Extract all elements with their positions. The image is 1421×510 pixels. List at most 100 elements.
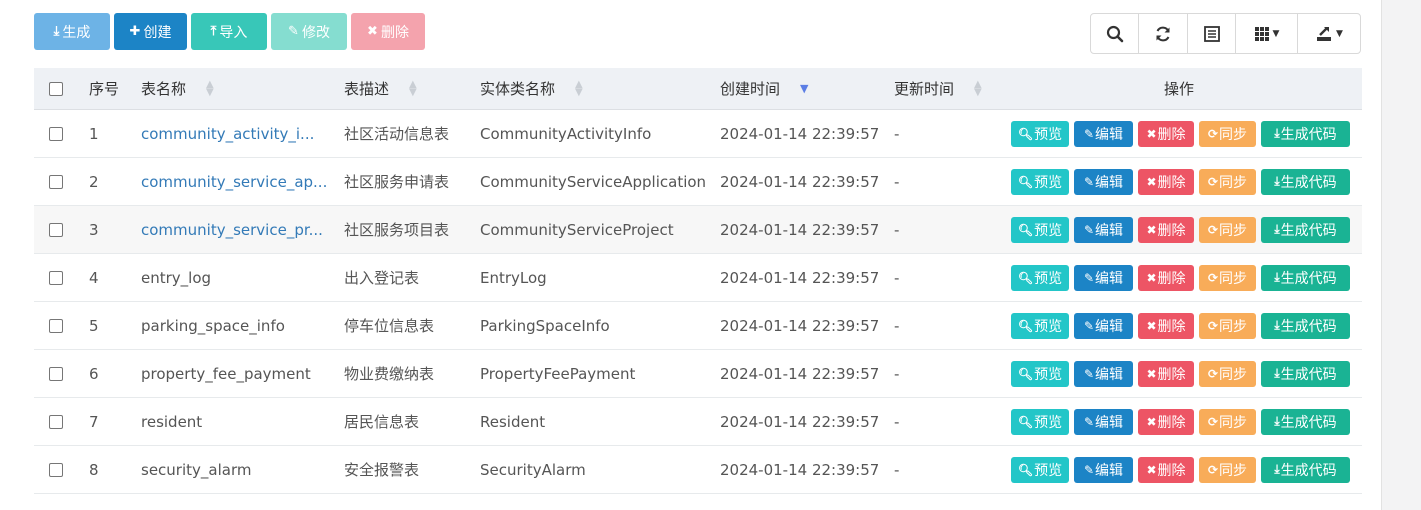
cell-no: 4: [89, 268, 99, 287]
preview-button[interactable]: 🔍︎ 预览: [1011, 312, 1069, 339]
sync-label: 同步: [1219, 270, 1248, 287]
row-checkbox[interactable]: [49, 318, 63, 333]
preview-button[interactable]: 🔍︎ 预览: [1011, 264, 1069, 291]
search-toggle-button[interactable]: [1091, 14, 1139, 53]
generate-button[interactable]: ⤓ 生成: [34, 13, 110, 50]
list-icon: [1203, 25, 1220, 42]
edit-button[interactable]: ✎ 编辑: [1074, 408, 1133, 435]
row-delete-label: 删除: [1157, 222, 1186, 239]
edit-button[interactable]: ✎ 编辑: [1074, 168, 1133, 195]
table-row[interactable]: 5 parking_space_info 停车位信息表 ParkingSpace…: [34, 302, 1362, 350]
delete-button[interactable]: ✖ 删除: [351, 13, 425, 50]
gen-code-button[interactable]: ⤓ 生成代码: [1261, 264, 1350, 291]
row-checkbox[interactable]: [49, 222, 63, 237]
table-row[interactable]: 4 entry_log 出入登记表 EntryLog 2024-01-14 22…: [34, 254, 1362, 302]
toggle-view-button[interactable]: [1188, 14, 1236, 53]
table-row[interactable]: 2 community_service_ap... 社区服务申请表 Commun…: [34, 158, 1362, 206]
cell-table-name[interactable]: community_activity_i...: [141, 110, 336, 157]
cell-table-desc: 物业费缴纳表: [344, 365, 435, 383]
row-delete-label: 删除: [1157, 318, 1186, 335]
gen-code-label: 生成代码: [1280, 414, 1337, 431]
row-delete-button[interactable]: ✖ 删除: [1138, 168, 1194, 195]
row-delete-button[interactable]: ✖ 删除: [1138, 456, 1194, 483]
export-dropdown-button[interactable]: ▼: [1298, 14, 1360, 53]
edit-button[interactable]: ✎ 编辑: [1074, 312, 1133, 339]
row-delete-button[interactable]: ✖ 删除: [1138, 216, 1194, 243]
header-create-time[interactable]: 创建时间 ▼: [720, 68, 890, 109]
header-table-name[interactable]: 表名称 ▲ ▼: [141, 68, 336, 109]
row-actions: 🔍︎ 预览 ✎ 编辑 ✖ 删除 ⟳ 同步 ⤓ 生成代码: [1011, 216, 1350, 243]
table-row[interactable]: 8 security_alarm 安全报警表 SecurityAlarm 202…: [34, 446, 1362, 494]
table-row[interactable]: 7 resident 居民信息表 Resident 2024-01-14 22:…: [34, 398, 1362, 446]
cell-no: 2: [89, 172, 99, 191]
edit-label: 编辑: [1095, 318, 1124, 335]
refresh-icon: [1156, 26, 1170, 41]
row-checkbox[interactable]: [49, 126, 63, 141]
cell-table-name[interactable]: community_service_pr...: [141, 206, 336, 253]
edit-button[interactable]: ✎ 编辑: [1074, 360, 1133, 387]
table-row[interactable]: 6 property_fee_payment 物业费缴纳表 PropertyFe…: [34, 350, 1362, 398]
row-checkbox[interactable]: [49, 270, 63, 285]
edit-button[interactable]: ✎ 编辑: [1074, 456, 1133, 483]
row-delete-button[interactable]: ✖ 删除: [1138, 264, 1194, 291]
sync-button[interactable]: ⟳ 同步: [1199, 408, 1256, 435]
create-button[interactable]: ✚ 创建: [114, 13, 187, 50]
row-select-cell: [49, 206, 65, 253]
gen-code-button[interactable]: ⤓ 生成代码: [1261, 168, 1350, 195]
sync-button[interactable]: ⟳ 同步: [1199, 168, 1256, 195]
sync-button[interactable]: ⟳ 同步: [1199, 456, 1256, 483]
download-icon: ⤓: [1274, 366, 1280, 380]
gen-code-button[interactable]: ⤓ 生成代码: [1261, 408, 1350, 435]
select-all-checkbox[interactable]: [49, 81, 63, 96]
modify-button[interactable]: ✎ 修改: [271, 13, 347, 50]
sync-button[interactable]: ⟳ 同步: [1199, 216, 1256, 243]
header-table-desc[interactable]: 表描述 ▲ ▼: [344, 68, 474, 109]
row-actions: 🔍︎ 预览 ✎ 编辑 ✖ 删除 ⟳ 同步 ⤓ 生成代码: [1011, 456, 1350, 483]
gen-code-button[interactable]: ⤓ 生成代码: [1261, 360, 1350, 387]
table-row[interactable]: 1 community_activity_i... 社区活动信息表 Commun…: [34, 110, 1362, 158]
header-update-time-label: 更新时间: [894, 80, 955, 98]
row-checkbox[interactable]: [49, 462, 63, 477]
row-delete-label: 删除: [1157, 174, 1186, 191]
row-checkbox[interactable]: [49, 366, 63, 381]
gen-code-button[interactable]: ⤓ 生成代码: [1261, 312, 1350, 339]
table-row[interactable]: 3 community_service_pr... 社区服务项目表 Commun…: [34, 206, 1362, 254]
edit-button[interactable]: ✎ 编辑: [1074, 264, 1133, 291]
refresh-button[interactable]: [1139, 14, 1188, 53]
header-update-time[interactable]: 更新时间 ▲ ▼: [894, 68, 1004, 109]
edit-button[interactable]: ✎ 编辑: [1074, 120, 1133, 147]
table-header: 序号 表名称 ▲ ▼ 表描述 ▲ ▼ 实体类名称 ▲ ▼ 创建时间 ▼ 更新时间 ▲ ▼…: [34, 68, 1362, 110]
preview-button[interactable]: 🔍︎ 预览: [1011, 120, 1069, 147]
row-delete-button[interactable]: ✖ 删除: [1138, 120, 1194, 147]
row-checkbox[interactable]: [49, 174, 63, 189]
preview-button[interactable]: 🔍︎ 预览: [1011, 456, 1069, 483]
edit-label: 编辑: [1095, 414, 1124, 431]
row-checkbox[interactable]: [49, 414, 63, 429]
import-button[interactable]: ⤒ 导入: [191, 13, 267, 50]
sync-button[interactable]: ⟳ 同步: [1199, 312, 1256, 339]
sync-button[interactable]: ⟳ 同步: [1199, 264, 1256, 291]
sync-button[interactable]: ⟳ 同步: [1199, 120, 1256, 147]
edit-label: 编辑: [1095, 462, 1124, 479]
row-delete-button[interactable]: ✖ 删除: [1138, 360, 1194, 387]
cell-table-desc: 停车位信息表: [344, 317, 435, 335]
preview-button[interactable]: 🔍︎ 预览: [1011, 360, 1069, 387]
search-icon: 🔍︎: [1017, 222, 1034, 237]
preview-button[interactable]: 🔍︎ 预览: [1011, 408, 1069, 435]
row-actions: 🔍︎ 预览 ✎ 编辑 ✖ 删除 ⟳ 同步 ⤓ 生成代码: [1011, 168, 1350, 195]
cell-table-name[interactable]: community_service_ap...: [141, 158, 336, 205]
edit-button[interactable]: ✎ 编辑: [1074, 216, 1133, 243]
sync-button[interactable]: ⟳ 同步: [1199, 360, 1256, 387]
gen-code-button[interactable]: ⤓ 生成代码: [1261, 456, 1350, 483]
preview-button[interactable]: 🔍︎ 预览: [1011, 216, 1069, 243]
edit-icon: ✎: [1083, 174, 1095, 189]
delete-label: 删除: [380, 24, 409, 41]
columns-dropdown-button[interactable]: ▼: [1236, 14, 1298, 53]
row-delete-button[interactable]: ✖ 删除: [1138, 408, 1194, 435]
preview-button[interactable]: 🔍︎ 预览: [1011, 168, 1069, 195]
gen-code-button[interactable]: ⤓ 生成代码: [1261, 216, 1350, 243]
cell-actions: 🔍︎ 预览 ✎ 编辑 ✖ 删除 ⟳ 同步 ⤓ 生成代码: [1011, 398, 1351, 445]
row-delete-button[interactable]: ✖ 删除: [1138, 312, 1194, 339]
header-class-name[interactable]: 实体类名称 ▲ ▼: [480, 68, 710, 109]
gen-code-button[interactable]: ⤓ 生成代码: [1261, 120, 1350, 147]
